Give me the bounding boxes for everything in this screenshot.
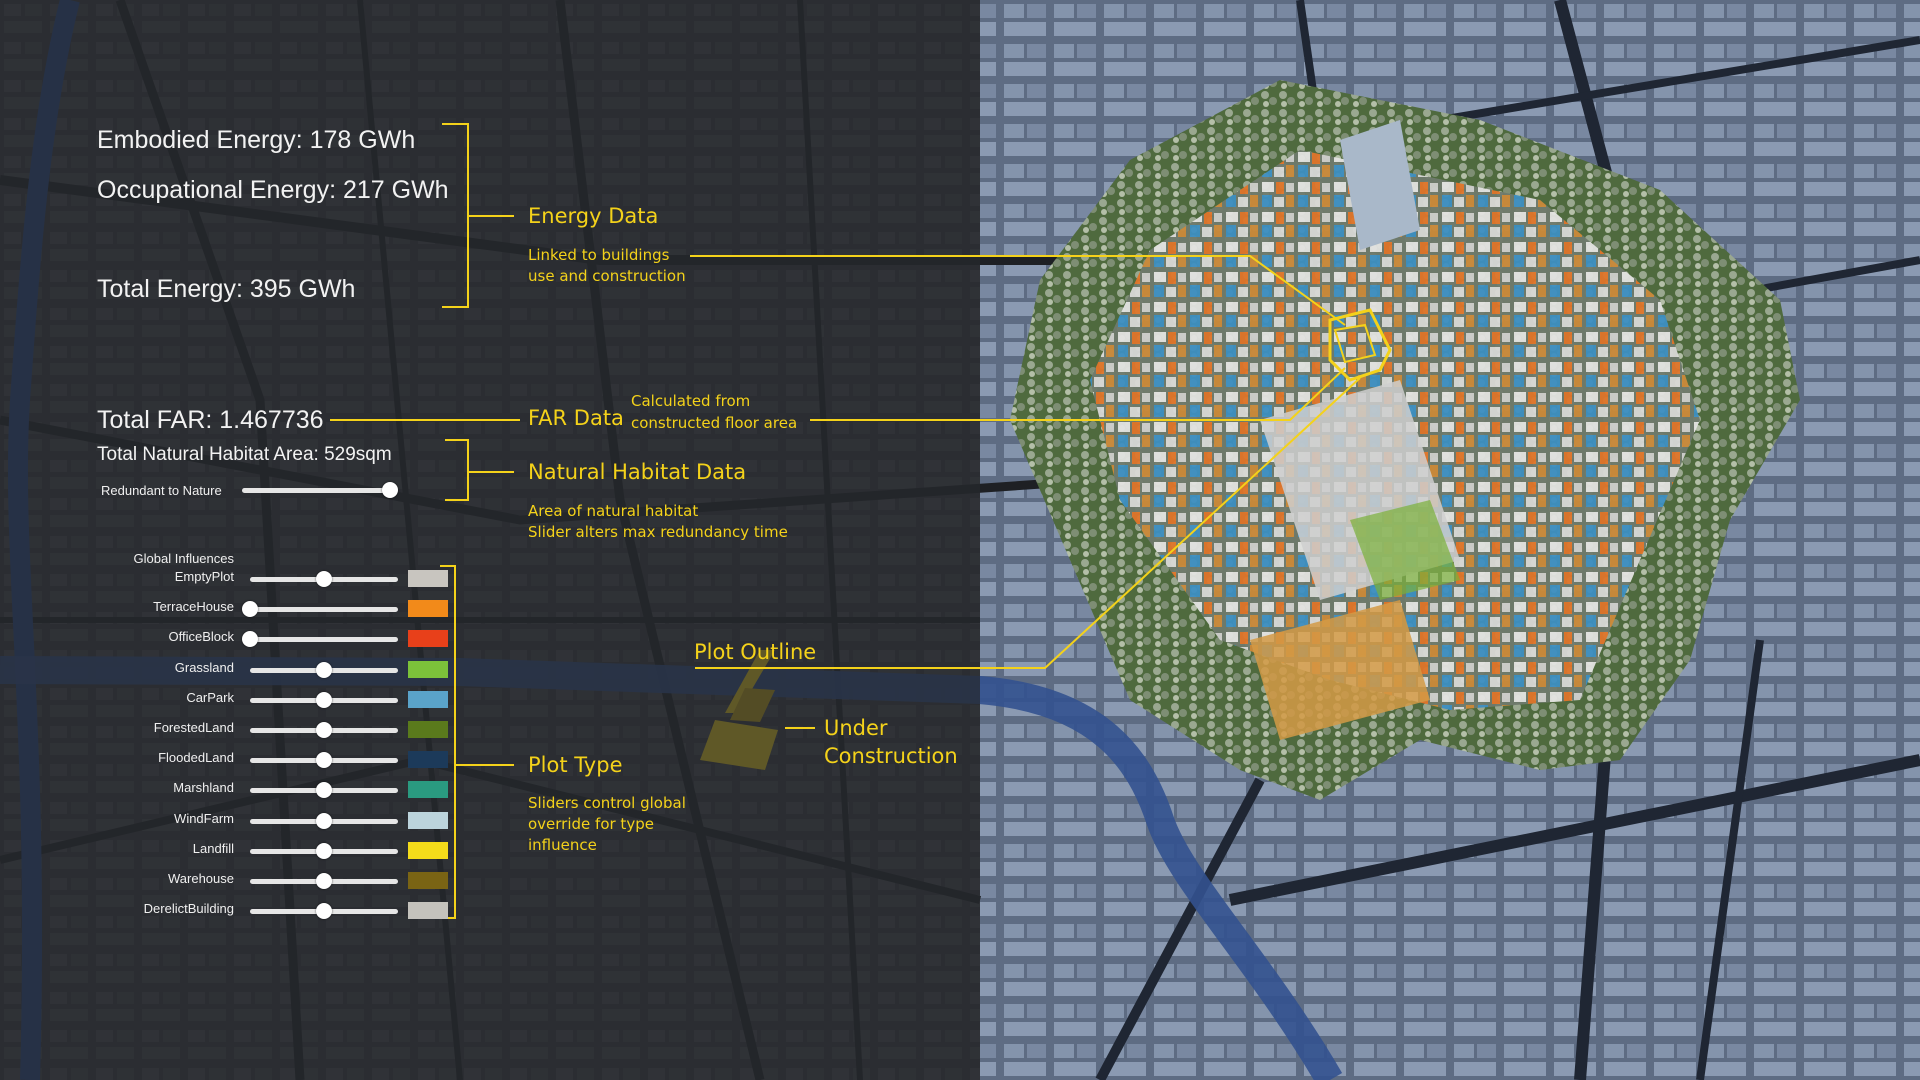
under-construction-line-1: Under: [824, 716, 888, 740]
influence-swatch: [408, 811, 448, 829]
influence-label: TerraceHouse: [153, 599, 234, 615]
slider-thumb[interactable]: [316, 722, 332, 738]
slider-thumb[interactable]: [382, 482, 398, 498]
influence-swatch: [408, 660, 448, 678]
embodied-energy: Embodied Energy: 178 GWh: [97, 126, 416, 154]
influence-slider[interactable]: [242, 601, 398, 618]
influence-slider[interactable]: [250, 873, 398, 889]
influence-label: Grassland: [174, 659, 234, 675]
slider-thumb[interactable]: [316, 812, 332, 829]
influence-slider[interactable]: [250, 782, 398, 799]
influence-label: CarPark: [186, 689, 234, 705]
occupational-energy: Occupational Energy: 217 GWh: [97, 176, 449, 204]
influence-slider[interactable]: [250, 752, 398, 769]
total-far: Total FAR: 1.467736: [97, 406, 324, 434]
slider-thumb[interactable]: [316, 661, 332, 678]
far-note-line-1: Calculated from: [631, 392, 751, 410]
influence-slider[interactable]: [250, 842, 398, 859]
slider-thumb[interactable]: [316, 691, 332, 708]
plot-note-line-1: Sliders control global: [528, 794, 686, 812]
slider-thumb[interactable]: [316, 571, 332, 587]
influence-slider[interactable]: [250, 903, 398, 920]
influence-swatch: [408, 751, 448, 769]
influence-label: ForestedLand: [153, 720, 234, 735]
influence-swatch: [408, 721, 448, 738]
plot-outline-heading: Plot Outline: [694, 640, 817, 664]
influence-label: Warehouse: [168, 871, 234, 886]
annotation-lines: [330, 123, 1361, 919]
plot-note-line-2: override for type: [528, 815, 654, 833]
total-energy: Total Energy: 395 GWh: [97, 275, 356, 303]
influence-slider[interactable]: [250, 571, 398, 587]
influence-swatch: [408, 600, 448, 618]
habitat-note-line-1: Area of natural habitat: [528, 502, 699, 520]
habitat-area: Total Natural Habitat Area: 529sqm: [97, 444, 392, 465]
habitat-data-heading: Natural Habitat Data: [528, 460, 747, 484]
energy-note-line-2: use and construction: [528, 267, 686, 285]
influence-swatch: [408, 690, 448, 708]
influence-label: Landfill: [192, 840, 234, 856]
far-note-line-2: constructed floor area: [631, 414, 798, 432]
plot-note-line-3: influence: [528, 836, 597, 854]
habitat-note-line-2: Slider alters max redundancy time: [528, 523, 788, 541]
influence-label: EmptyPlot: [174, 569, 234, 584]
global-influences-title: Global Influences: [133, 551, 234, 566]
influence-label: WindFarm: [174, 810, 234, 826]
influence-label: OfficeBlock: [168, 629, 234, 645]
influence-label: DerelictBuilding: [143, 901, 234, 917]
redundant-to-nature-slider[interactable]: [242, 482, 398, 498]
energy-note-line-1: Linked to buildings: [528, 246, 670, 264]
influence-slider[interactable]: [250, 691, 398, 708]
far-data-heading: FAR Data: [528, 406, 624, 430]
influence-swatch: [408, 630, 448, 648]
energy-data-heading: Energy Data: [528, 204, 659, 228]
slider-thumb[interactable]: [316, 842, 332, 859]
influence-swatch: [408, 781, 448, 799]
redundant-label: Redundant to Nature: [101, 483, 222, 498]
influence-swatch: [408, 902, 448, 920]
under-construction-line-2: Construction: [824, 744, 958, 768]
influence-slider[interactable]: [250, 661, 398, 678]
slider-thumb[interactable]: [316, 873, 332, 889]
influence-swatch: [408, 841, 448, 859]
influence-swatch: [408, 570, 448, 587]
influence-swatch: [408, 872, 448, 889]
influence-slider[interactable]: [242, 631, 398, 648]
influence-label: Marshland: [173, 780, 234, 796]
influence-slider[interactable]: [250, 722, 398, 738]
influence-slider[interactable]: [250, 812, 398, 829]
plot-type-heading: Plot Type: [528, 753, 623, 777]
influence-label: FloodedLand: [158, 750, 234, 766]
